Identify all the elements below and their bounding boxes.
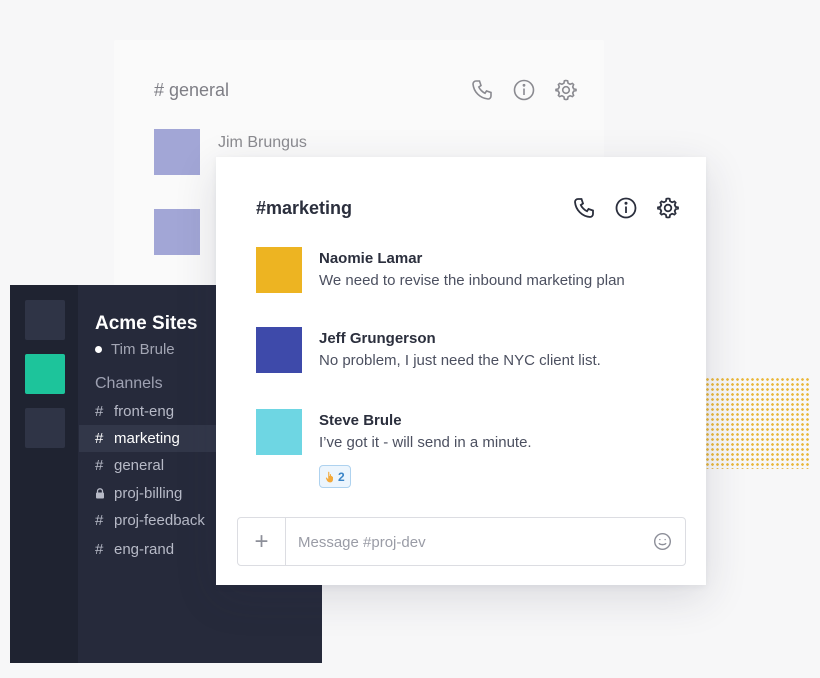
channel-label: marketing	[114, 430, 180, 447]
channels-section-label[interactable]: Channels	[95, 375, 163, 393]
hash-icon: #	[95, 403, 104, 420]
current-user[interactable]: Tim Brule	[95, 341, 175, 358]
hash-icon: #	[95, 541, 104, 558]
back-header-icons	[470, 78, 578, 107]
info-icon[interactable]	[614, 196, 638, 225]
presence-dot-icon	[95, 346, 102, 353]
avatar[interactable]	[256, 409, 302, 455]
message-text: We need to revise the inbound marketing …	[319, 272, 625, 289]
emoji-picker-icon[interactable]	[653, 532, 672, 551]
workspace-switcher-item-active[interactable]	[25, 354, 65, 394]
workspace-rail	[10, 285, 78, 663]
back-message-author: Jim Brungus	[218, 134, 307, 151]
current-user-name: Tim Brule	[111, 341, 175, 358]
info-icon[interactable]	[512, 78, 536, 107]
message-author[interactable]: Steve Brule	[319, 412, 402, 429]
reaction-count: 2	[338, 469, 345, 484]
hash-icon: #	[95, 457, 104, 474]
avatar	[154, 209, 200, 255]
hash-icon: #	[95, 512, 104, 529]
workspace-name[interactable]: Acme Sites	[95, 313, 197, 335]
hash-icon: #	[95, 430, 104, 447]
chat-window: #marketing Naomie Lamar We need to revis…	[216, 157, 706, 585]
hand-emoji-icon	[325, 471, 333, 482]
message-author[interactable]: Naomie Lamar	[319, 250, 422, 267]
avatar[interactable]	[256, 247, 302, 293]
message-author[interactable]: Jeff Grungerson	[319, 330, 436, 347]
message-input[interactable]	[298, 530, 628, 554]
workspace-switcher-item[interactable]	[25, 300, 65, 340]
gear-icon[interactable]	[554, 78, 578, 107]
workspace-switcher-item[interactable]	[25, 408, 65, 448]
app-canvas: # general Jim Brungus Acme Sites Tim Bru…	[0, 0, 820, 678]
lock-icon	[95, 488, 114, 499]
avatar[interactable]	[256, 327, 302, 373]
channel-label: front-eng	[114, 403, 175, 420]
phone-icon[interactable]	[470, 78, 494, 107]
channel-label: proj-feedback	[114, 512, 205, 529]
message-text: No problem, I just need the NYC client l…	[319, 352, 601, 369]
message-text: I’ve got it - will send in a minute.	[319, 434, 532, 451]
channel-title: #marketing	[256, 198, 353, 218]
message-composer: +	[237, 517, 686, 566]
gear-icon[interactable]	[656, 196, 680, 225]
channel-header-icons	[572, 196, 680, 225]
channel-label: eng-rand	[114, 541, 175, 558]
reaction-badge[interactable]: 2	[319, 465, 351, 488]
avatar	[154, 129, 200, 175]
back-channel-title: # general	[154, 80, 230, 100]
channel-label: general	[114, 457, 165, 474]
phone-icon[interactable]	[572, 196, 596, 225]
channel-label: proj-billing	[114, 485, 183, 502]
add-attachment-button[interactable]: +	[238, 518, 286, 565]
